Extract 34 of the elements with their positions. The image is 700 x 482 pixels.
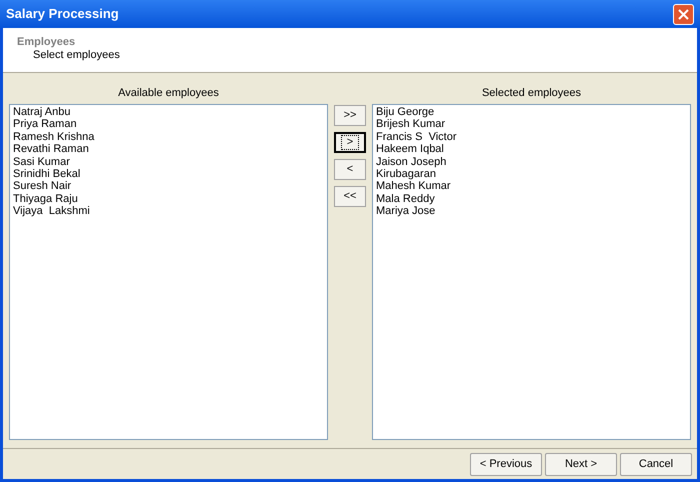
list-item[interactable]: Natraj Anbu	[13, 106, 70, 118]
list-item[interactable]: Thiyaga Raju	[13, 192, 78, 206]
list-item[interactable]: Suresh Nair	[13, 180, 72, 193]
list-item[interactable]: Mariya Jose	[376, 205, 436, 218]
list-item[interactable]: Sasi Kumar	[13, 156, 70, 168]
list-item[interactable]: Francis S Victor	[376, 130, 456, 144]
list-item[interactable]: Srinidhi Bekal	[13, 168, 80, 180]
header-title: Employees	[17, 35, 76, 49]
list-item[interactable]: Priya Raman	[13, 118, 77, 131]
list-item[interactable]: Jaison Joseph	[376, 156, 446, 168]
list-item[interactable]: Kirubagaran	[376, 168, 436, 180]
list-item[interactable]: Ramesh Krishna	[13, 130, 94, 144]
list-item[interactable]: Mala Reddy	[376, 192, 435, 206]
close-button[interactable]	[673, 4, 694, 24]
list-item[interactable]: Brijesh Kumar	[376, 118, 446, 131]
list-item[interactable]: Revathi Raman	[13, 143, 89, 156]
nav-button[interactable]: < Previous	[470, 452, 542, 476]
close-icon	[678, 8, 689, 20]
window-title: Salary Processing	[6, 5, 120, 24]
list-item[interactable]: Hakeem Iqbal	[376, 143, 444, 156]
move-button[interactable]: >	[334, 132, 366, 153]
move-button[interactable]: <<	[334, 186, 366, 207]
move-button[interactable]: <	[334, 159, 366, 180]
list-item[interactable]: Mahesh Kumar	[376, 180, 451, 193]
employee-list[interactable]: Biju George Brijesh Kumar Francis S Victor Hakeem Iqbal Jaison Joseph Kirubagaran Mahesh Kumar Mala Reddy Mariya Jose	[372, 104, 691, 440]
list-item[interactable]: Biju George	[376, 106, 434, 118]
list-label: Available employees	[118, 86, 219, 101]
list-item[interactable]: Vijaya Lakshmi	[13, 205, 90, 218]
nav-button[interactable]: Next >	[545, 452, 617, 476]
employee-list[interactable]: Natraj Anbu Priya Raman Ramesh Krishna Revathi Raman Sasi Kumar Srinidhi Bekal Suresh Nair Thiyaga Raju Vijaya Lakshmi	[9, 104, 328, 440]
move-button[interactable]: >>	[334, 105, 366, 126]
nav-button[interactable]: Cancel	[620, 452, 692, 476]
header-subtitle: Select employees	[32, 49, 121, 62]
list-label: Selected employees	[482, 86, 582, 101]
